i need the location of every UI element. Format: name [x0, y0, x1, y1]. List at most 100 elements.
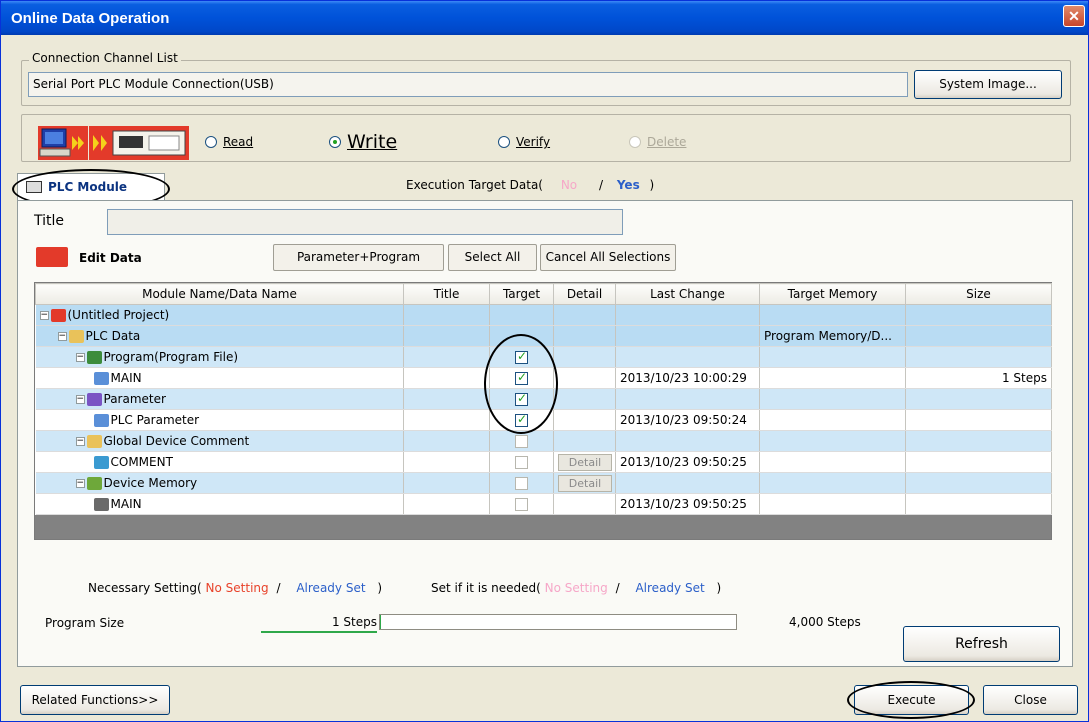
- verify-radio-dot[interactable]: [498, 136, 510, 148]
- program-size-label: Program Size: [45, 616, 125, 630]
- column-header-name[interactable]: Module Name/Data Name: [35, 283, 404, 305]
- collapse-icon[interactable]: −: [75, 437, 85, 446]
- annotation-circle-execute: [847, 681, 975, 719]
- column-header-size[interactable]: Size: [905, 283, 1052, 305]
- cell-target-memory: Program Memory/D...: [759, 325, 906, 347]
- collapse-icon[interactable]: −: [75, 353, 85, 362]
- cell-last-change: [615, 472, 760, 494]
- cell-last-change: 2013/10/23 09:50:24: [615, 409, 760, 431]
- title-label: Title: [34, 213, 65, 229]
- cell-name[interactable]: − (Untitled Project): [35, 304, 404, 326]
- cell-title: [403, 409, 490, 431]
- cell-last-change: [615, 346, 760, 368]
- verify-radio[interactable]: Verify: [498, 135, 550, 149]
- cell-size: [905, 325, 1052, 347]
- cell-target: [489, 304, 554, 326]
- column-header-last-change[interactable]: Last Change: [615, 283, 760, 305]
- cell-detail: [553, 388, 616, 410]
- execution-target-suffix: ): [649, 178, 655, 192]
- folder-icon: [86, 435, 102, 448]
- read-radio-dot[interactable]: [205, 136, 217, 148]
- table-row[interactable]: − Global Device Comment: [35, 430, 1052, 452]
- table-row[interactable]: MAIN 2013/10/23 09:50:25: [35, 493, 1052, 515]
- cell-detail: Detail: [553, 451, 616, 473]
- close-button[interactable]: Close: [983, 685, 1078, 715]
- title-input[interactable]: [107, 209, 623, 235]
- column-header-target[interactable]: Target: [489, 283, 554, 305]
- device-memory-file-icon: [93, 498, 109, 511]
- cell-name[interactable]: − PLC Data: [35, 325, 404, 347]
- cell-name[interactable]: − Parameter: [35, 388, 404, 410]
- collapse-icon[interactable]: −: [39, 311, 49, 320]
- read-radio-label: Read: [223, 135, 254, 149]
- select-all-button[interactable]: Select All: [448, 244, 537, 271]
- table-row[interactable]: COMMENT Detail 2013/10/23 09:50:25: [35, 451, 1052, 473]
- cell-name[interactable]: MAIN: [35, 367, 404, 389]
- cell-name[interactable]: PLC Parameter: [35, 409, 404, 431]
- column-header-target-memory[interactable]: Target Memory: [759, 283, 906, 305]
- program-size-max: 4,000 Steps: [789, 615, 861, 629]
- table-row[interactable]: − Device Memory Detail: [35, 472, 1052, 494]
- collapse-icon[interactable]: −: [57, 332, 67, 341]
- cell-target-memory: [759, 388, 906, 410]
- collapse-icon[interactable]: −: [75, 395, 85, 404]
- plc-module-icon: [89, 126, 189, 160]
- connection-channel-field[interactable]: Serial Port PLC Module Connection(USB): [28, 72, 908, 97]
- cell-last-change: [615, 304, 760, 326]
- detail-button[interactable]: Detail: [558, 453, 612, 471]
- cell-title: [403, 367, 490, 389]
- row-name: COMMENT: [110, 455, 173, 469]
- column-header-detail[interactable]: Detail: [553, 283, 616, 305]
- detail-button[interactable]: Detail: [558, 474, 612, 492]
- project-icon: [50, 309, 66, 322]
- program-file-icon: [86, 351, 102, 364]
- cell-target-memory: [759, 304, 906, 326]
- cell-name[interactable]: MAIN: [35, 493, 404, 515]
- row-name: (Untitled Project): [67, 308, 170, 322]
- cell-last-change: 2013/10/23 09:50:25: [615, 493, 760, 515]
- cell-title: [403, 472, 490, 494]
- comment-icon: [93, 456, 109, 469]
- cell-detail: [553, 346, 616, 368]
- execution-target-prefix: Execution Target Data(: [406, 178, 543, 192]
- related-functions-button[interactable]: Related Functions>>: [20, 685, 170, 715]
- execution-target-no: No: [560, 178, 578, 192]
- target-checkbox[interactable]: [515, 477, 528, 490]
- cell-name[interactable]: − Program(Program File): [35, 346, 404, 368]
- cell-size: [905, 472, 1052, 494]
- edit-data-label: Edit Data: [79, 251, 142, 265]
- cell-name[interactable]: − Global Device Comment: [35, 430, 404, 452]
- program-size-bar: [379, 614, 737, 630]
- annotation-circle-target: [484, 334, 558, 434]
- cell-name[interactable]: COMMENT: [35, 451, 404, 473]
- cell-name[interactable]: − Device Memory: [35, 472, 404, 494]
- delete-radio-label: Delete: [647, 135, 687, 149]
- cell-target: [489, 493, 554, 515]
- target-checkbox[interactable]: [515, 435, 528, 448]
- cell-detail: Detail: [553, 472, 616, 494]
- cell-target: [489, 451, 554, 473]
- verify-radio-label: Verify: [516, 135, 551, 149]
- refresh-button[interactable]: Refresh: [903, 626, 1060, 662]
- collapse-icon[interactable]: −: [75, 479, 85, 488]
- parameter-program-button[interactable]: Parameter+Program: [273, 244, 444, 271]
- cell-target-memory: [759, 367, 906, 389]
- table-row[interactable]: − (Untitled Project): [35, 304, 1052, 326]
- read-radio[interactable]: Read: [205, 135, 253, 149]
- close-icon[interactable]: ✕: [1063, 5, 1085, 27]
- system-image-button[interactable]: System Image...: [914, 70, 1062, 99]
- necessary-setting-legend: Necessary Setting( No Setting / Already …: [88, 581, 382, 595]
- cell-detail: [553, 367, 616, 389]
- target-checkbox[interactable]: [515, 498, 528, 511]
- cell-title: [403, 346, 490, 368]
- grid-header-row: Module Name/Data Name Title Target Detai…: [35, 283, 1052, 305]
- column-header-title[interactable]: Title: [403, 283, 490, 305]
- write-radio-dot[interactable]: [329, 136, 341, 148]
- cancel-all-selections-button[interactable]: Cancel All Selections: [540, 244, 676, 271]
- personal-computer-icon: [38, 126, 88, 160]
- cell-target: [489, 472, 554, 494]
- edit-data-icon: [36, 247, 68, 267]
- write-radio[interactable]: Write: [329, 131, 397, 153]
- target-checkbox[interactable]: [515, 456, 528, 469]
- cell-size: [905, 430, 1052, 452]
